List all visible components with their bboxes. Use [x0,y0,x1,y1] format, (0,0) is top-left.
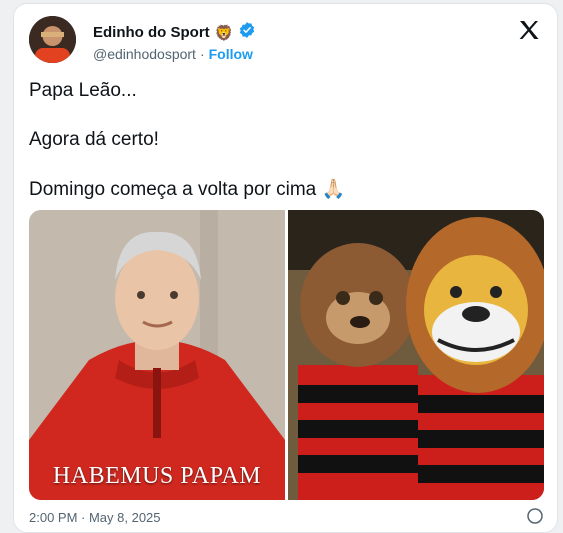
follow-button[interactable]: Follow [209,46,253,62]
media-image-pope[interactable]: HABEMUS PAPAM [29,210,285,500]
author-handle-row: @edinhodosport · Follow [93,46,253,62]
author-name-row: Edinho do Sport 🦁 [93,21,256,44]
habemus-caption: HABEMUS PAPAM [52,463,262,489]
media-image-mascots[interactable] [288,210,544,500]
author-avatar[interactable] [29,16,76,63]
tweet-card: Edinho do Sport 🦁 @edinhodosport · Follo… [13,3,558,533]
lion-emoji: 🦁 [214,24,234,42]
author-handle[interactable]: @edinhodosport [93,46,196,62]
tweet-timestamp[interactable]: 2:00 PM · May 8, 2025 [29,510,161,525]
tweet-line-2: Agora dá certo! [29,129,159,150]
x-logo-icon[interactable] [517,18,541,42]
author-name[interactable]: Edinho do Sport [93,24,210,41]
praying-hands-emoji: 🙏🏻 [321,179,346,200]
separator: · [199,46,205,62]
verified-badge-icon [238,21,256,44]
tweet-line-3: Domingo começa a volta por cima 🙏🏻 [29,177,345,201]
info-icon[interactable] [527,508,543,524]
tweet-line-3-text: Domingo começa a volta por cima [29,179,317,200]
tweet-line-1: Papa Leão... [29,80,137,101]
tweet-media[interactable]: HABEMUS PAPAM [29,210,544,500]
